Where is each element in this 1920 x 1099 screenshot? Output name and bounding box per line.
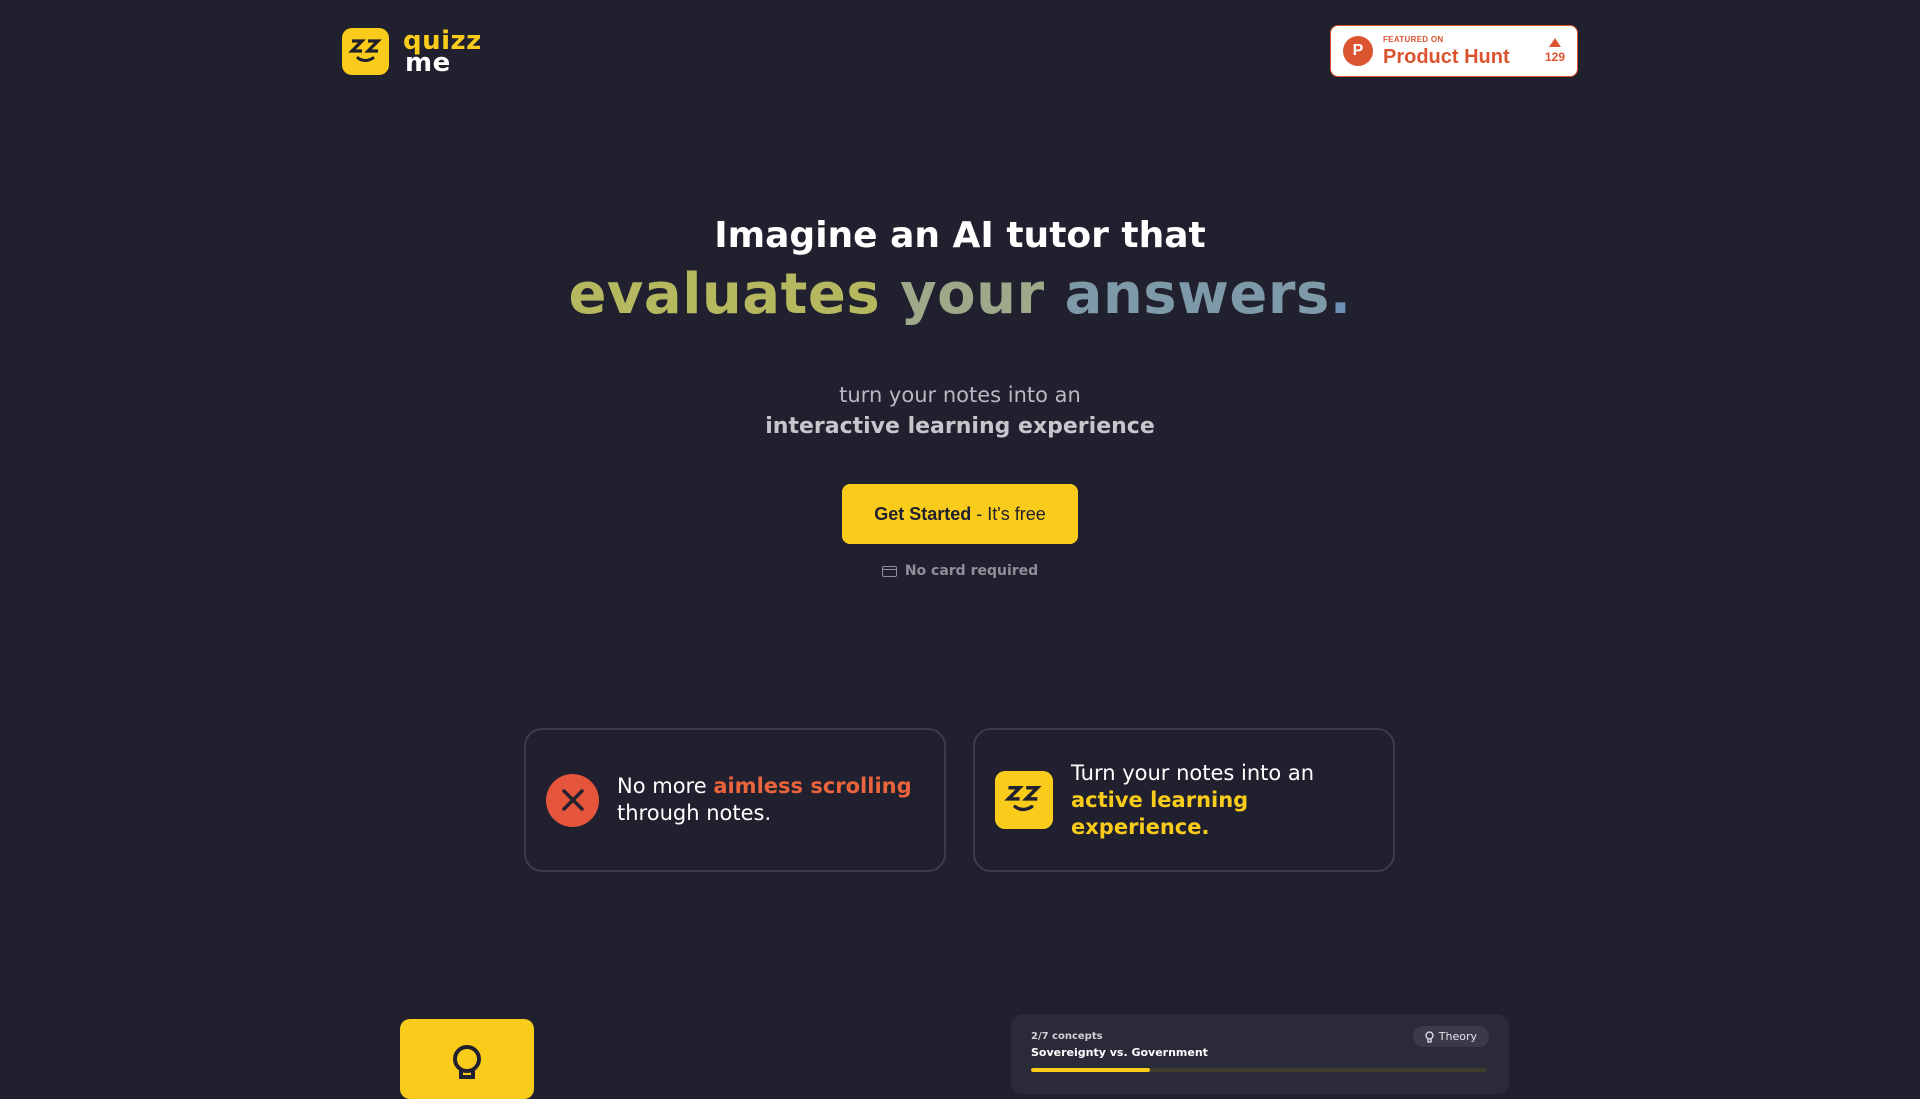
- lightbulb-icon: [453, 1045, 481, 1079]
- concept-progress-fill: [1031, 1068, 1150, 1072]
- feature-highlight: aimless scrolling: [713, 774, 912, 798]
- feature-prefix: Turn your notes into an: [1071, 760, 1315, 785]
- feature-text: No more aimless scrolling through notes.: [617, 773, 912, 827]
- hero-heading-line1: Imagine an AI tutor that: [714, 215, 1206, 256]
- quiz-preview-header: 2/7 concepts Sovereignty vs. Government …: [1031, 1026, 1489, 1059]
- producthunt-title: Product Hunt: [1383, 45, 1510, 68]
- concept-title: Sovereignty vs. Government: [1031, 1046, 1208, 1059]
- hero-word-evaluates: evaluates: [568, 262, 881, 327]
- lightbulb-icon: [1425, 1030, 1434, 1043]
- quiz-preview-panel: 2/7 concepts Sovereignty vs. Government …: [1011, 1014, 1509, 1094]
- cta-label-bold: Get Started: [874, 503, 972, 524]
- concept-progress-bar: [1031, 1068, 1487, 1072]
- feature-text: Turn your notes into an active learning …: [1071, 760, 1393, 841]
- no-card-note: No card required: [0, 563, 1920, 579]
- feature-card-no-scrolling: No more aimless scrolling through notes.: [524, 728, 946, 872]
- hero-word-period: .: [1329, 262, 1352, 327]
- lightbulb-card: [400, 1019, 534, 1099]
- hero-word-your: your: [900, 262, 1045, 327]
- feature-highlight: active learning experience.: [1071, 787, 1249, 839]
- quiz-preview-info: 2/7 concepts Sovereignty vs. Government: [1031, 1031, 1208, 1059]
- hero-subtitle-line1: turn your notes into an: [839, 383, 1081, 407]
- hero-word-answers: answers: [1064, 262, 1330, 327]
- hero-subtitle-line2: interactive learning experience: [765, 414, 1155, 439]
- producthunt-vote-count: 129: [1544, 50, 1565, 64]
- feature-prefix: No more: [617, 774, 714, 798]
- feature-suffix: through notes.: [617, 801, 772, 825]
- cta-label-rest: - It's free: [976, 503, 1046, 524]
- credit-card-icon: [881, 565, 897, 577]
- no-card-text: No card required: [904, 563, 1039, 579]
- producthunt-badge[interactable]: P FEATURED ON Product Hunt 129: [1330, 25, 1578, 77]
- feature-card-active-learning: Turn your notes into an active learning …: [973, 728, 1395, 872]
- theory-tag-label: Theory: [1438, 1030, 1477, 1043]
- theory-tag-button[interactable]: Theory: [1412, 1026, 1489, 1047]
- x-circle-icon: [546, 773, 599, 827]
- producthunt-icon: P: [1343, 36, 1373, 66]
- hero-heading-line2: evaluates your answers.: [0, 262, 1920, 327]
- zz-smiley-icon: [342, 28, 389, 75]
- logo[interactable]: quizz me: [342, 28, 482, 76]
- producthunt-small: FEATURED ON: [1383, 34, 1444, 44]
- upvote-arrow-icon: [1548, 38, 1561, 47]
- get-started-button[interactable]: Get Started - It's free: [842, 484, 1078, 544]
- producthunt-votes: 129: [1545, 38, 1565, 64]
- logo-text: quizz me: [403, 28, 482, 76]
- producthunt-texts: FEATURED ON Product Hunt: [1383, 34, 1510, 68]
- zz-smiley-icon: [995, 771, 1053, 829]
- concepts-count: 2/7 concepts: [1031, 1031, 1103, 1042]
